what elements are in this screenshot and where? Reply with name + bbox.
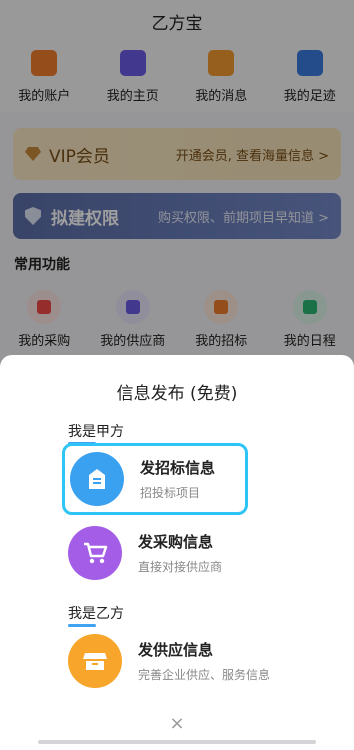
option-title: 发采购信息 [138,533,214,551]
option-subtitle: 直接对接供应商 [138,560,223,574]
option-publish-supply[interactable]: 发供应信息 完善企业供应、服务信息 [68,629,270,693]
bid-document-icon [70,452,124,506]
option-subtitle: 完善企业供应、服务信息 [138,668,271,682]
close-icon[interactable]: × [168,715,186,733]
sheet-title: 信息发布 (免费) [116,384,238,404]
storefront-icon [68,634,122,688]
option-subtitle: 招投标项目 [140,486,201,500]
cart-icon [68,526,122,580]
option-title: 发供应信息 [138,641,214,659]
option-title: 发招标信息 [140,459,216,477]
section-party-a: 我是甲方 [68,421,124,445]
home-indicator [38,740,316,744]
option-publish-tender[interactable]: 发招标信息 招投标项目 [62,443,248,515]
section-party-b: 我是乙方 [68,603,124,627]
option-publish-purchase[interactable]: 发采购信息 直接对接供应商 [68,521,246,585]
publish-sheet: 信息发布 (免费) 我是甲方 发招标信息 招投标项目 发采购信息 直接对接供应商 [0,355,354,750]
